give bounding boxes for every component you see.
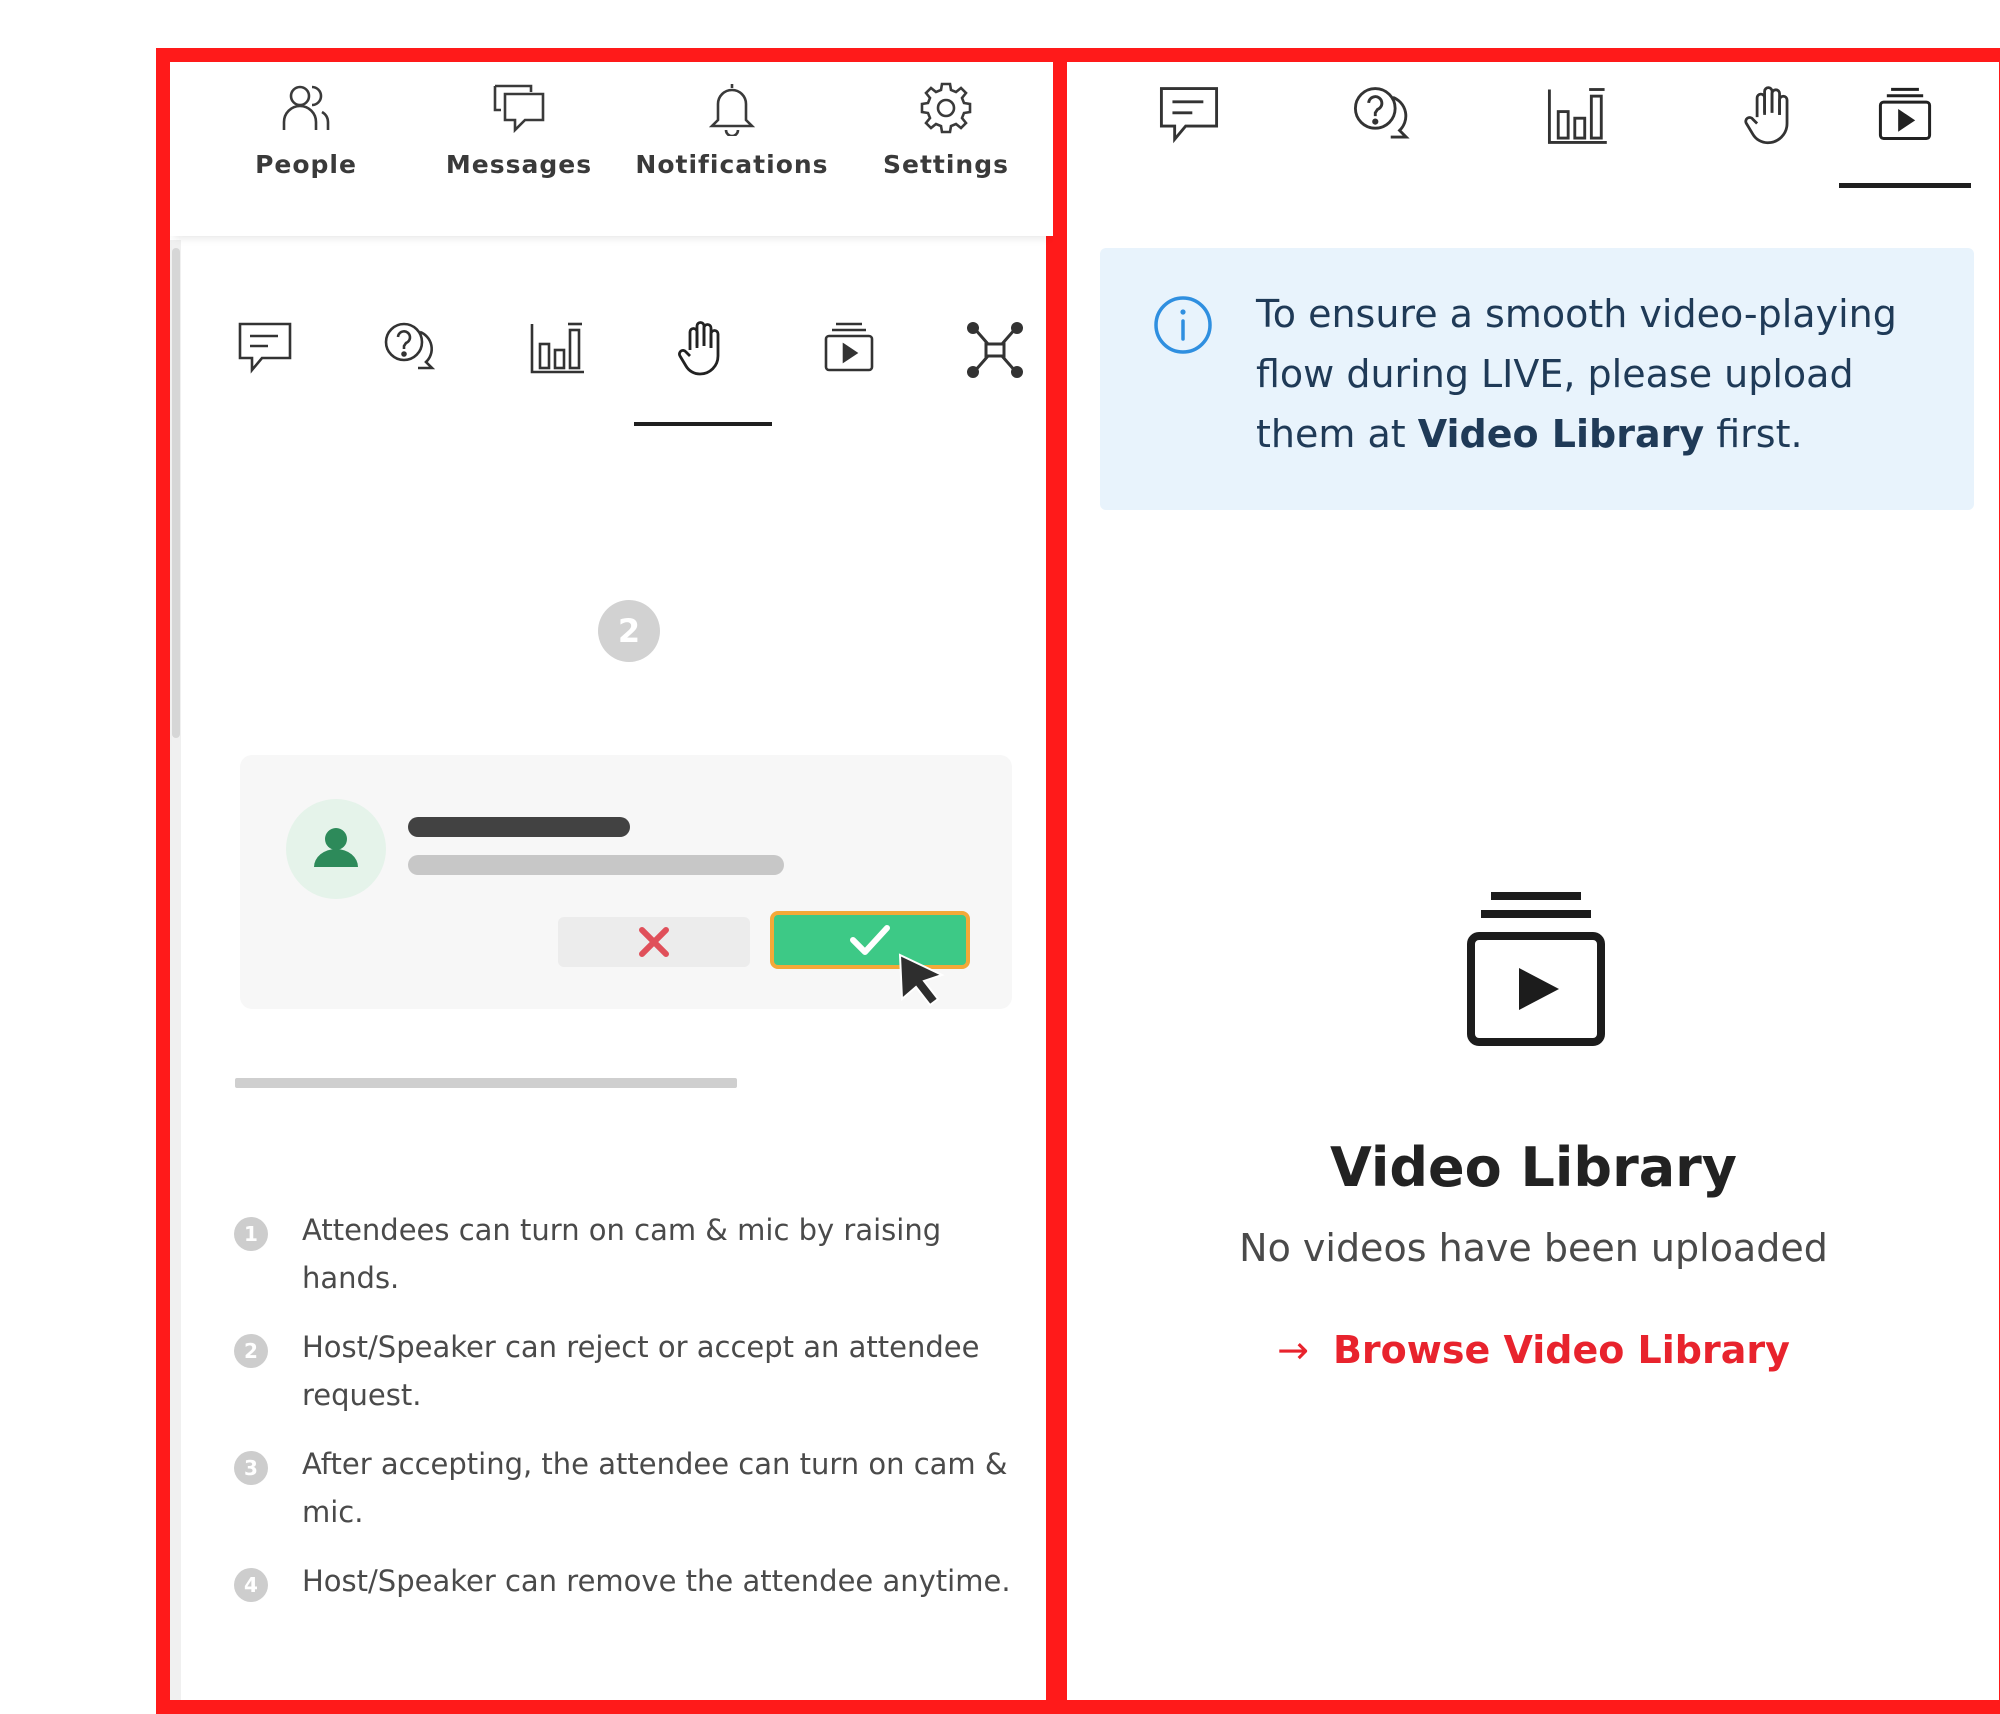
nav-messages-label: Messages xyxy=(445,150,593,179)
highlight-frame-right xyxy=(1053,48,2000,1714)
nav-messages[interactable]: Messages xyxy=(419,80,619,179)
nav-notifications-label: Notifications xyxy=(635,150,829,179)
nav-settings-label: Settings xyxy=(882,150,1009,179)
nav-settings[interactable]: Settings xyxy=(846,80,1046,179)
gear-icon xyxy=(920,82,972,134)
people-icon xyxy=(282,85,330,130)
highlight-frame-left xyxy=(156,48,1060,1714)
messages-icon xyxy=(493,84,545,134)
nav-people[interactable]: People xyxy=(206,80,406,179)
nav-people-label: People xyxy=(255,150,357,179)
nav-notifications[interactable]: Notifications xyxy=(632,80,832,179)
top-nav: People Messages Notifications Settings xyxy=(170,62,1053,236)
bell-icon xyxy=(708,84,756,136)
